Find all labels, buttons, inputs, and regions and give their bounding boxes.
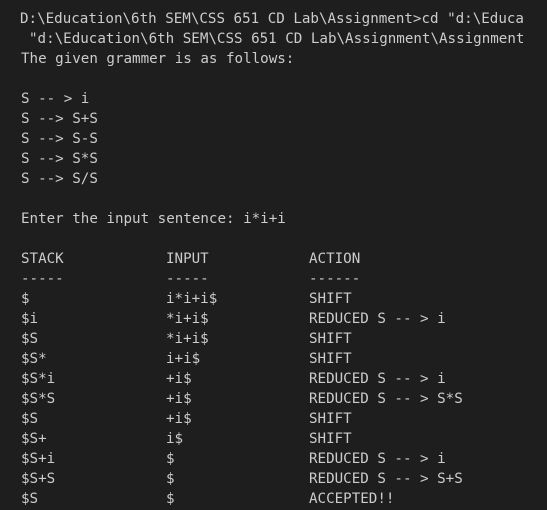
- cell-action: SHIFT: [309, 431, 352, 447]
- header-action: ACTION: [309, 251, 361, 267]
- cell-stack: $S+i: [21, 451, 56, 467]
- cell-action: REDUCED S -- > S*S: [309, 391, 463, 407]
- command-line-1: D:\Education\6th SEM\CSS 651 CD Lab\Assi…: [20, 11, 524, 27]
- cell-input: $: [166, 491, 175, 507]
- header-stack: STACK: [21, 251, 64, 267]
- cell-stack: $i: [21, 311, 39, 327]
- cell-stack: $: [21, 291, 30, 307]
- cell-stack: $S: [21, 411, 39, 427]
- cell-input: $: [166, 451, 175, 467]
- separator-action: ------: [309, 271, 361, 287]
- cell-input: +i$: [166, 391, 192, 407]
- cell-stack: $S+: [21, 431, 47, 447]
- cell-input: +i$: [166, 411, 192, 427]
- production-line: S -- > i: [21, 91, 90, 107]
- cell-input: $: [166, 471, 175, 487]
- cell-input: i$: [166, 431, 184, 447]
- production-line: S --> S/S: [21, 171, 98, 187]
- cell-stack: $S: [21, 491, 39, 507]
- header-input: INPUT: [166, 251, 209, 267]
- input-prompt: Enter the input sentence: i*i+i: [21, 211, 286, 227]
- cell-input: +i$: [166, 371, 192, 387]
- cell-input: *i+i$: [166, 311, 209, 327]
- production-line: S --> S-S: [21, 131, 98, 147]
- cell-action: SHIFT: [309, 411, 352, 427]
- production-line: S --> S+S: [21, 111, 98, 127]
- cell-stack: $S+S: [21, 471, 56, 487]
- cell-action: REDUCED S -- > i: [309, 371, 446, 387]
- cell-action: ACCEPTED!!: [309, 491, 395, 507]
- cell-input: i+i$: [166, 351, 201, 367]
- cell-action: REDUCED S -- > i: [309, 311, 446, 327]
- production-line: S --> S*S: [21, 151, 98, 167]
- cell-action: SHIFT: [309, 331, 352, 347]
- cell-action: REDUCED S -- > i: [309, 451, 446, 467]
- cell-input: *i+i$: [166, 331, 209, 347]
- cell-action: REDUCED S -- > S+S: [309, 471, 463, 487]
- separator-stack: -----: [21, 271, 64, 287]
- terminal-output[interactable]: D:\Education\6th SEM\CSS 651 CD Lab\Assi…: [0, 0, 547, 510]
- cell-stack: $S*: [21, 351, 47, 367]
- command-line-2: "d:\Education\6th SEM\CSS 651 CD Lab\Ass…: [29, 31, 525, 47]
- cell-stack: $S*i: [21, 371, 56, 387]
- cell-action: SHIFT: [309, 351, 352, 367]
- cell-action: SHIFT: [309, 291, 352, 307]
- cell-stack: $S*S: [21, 391, 56, 407]
- cell-stack: $S: [21, 331, 39, 347]
- separator-input: -----: [166, 271, 209, 287]
- grammar-heading: The given grammer is as follows:: [21, 51, 295, 67]
- cell-input: i*i+i$: [166, 291, 218, 307]
